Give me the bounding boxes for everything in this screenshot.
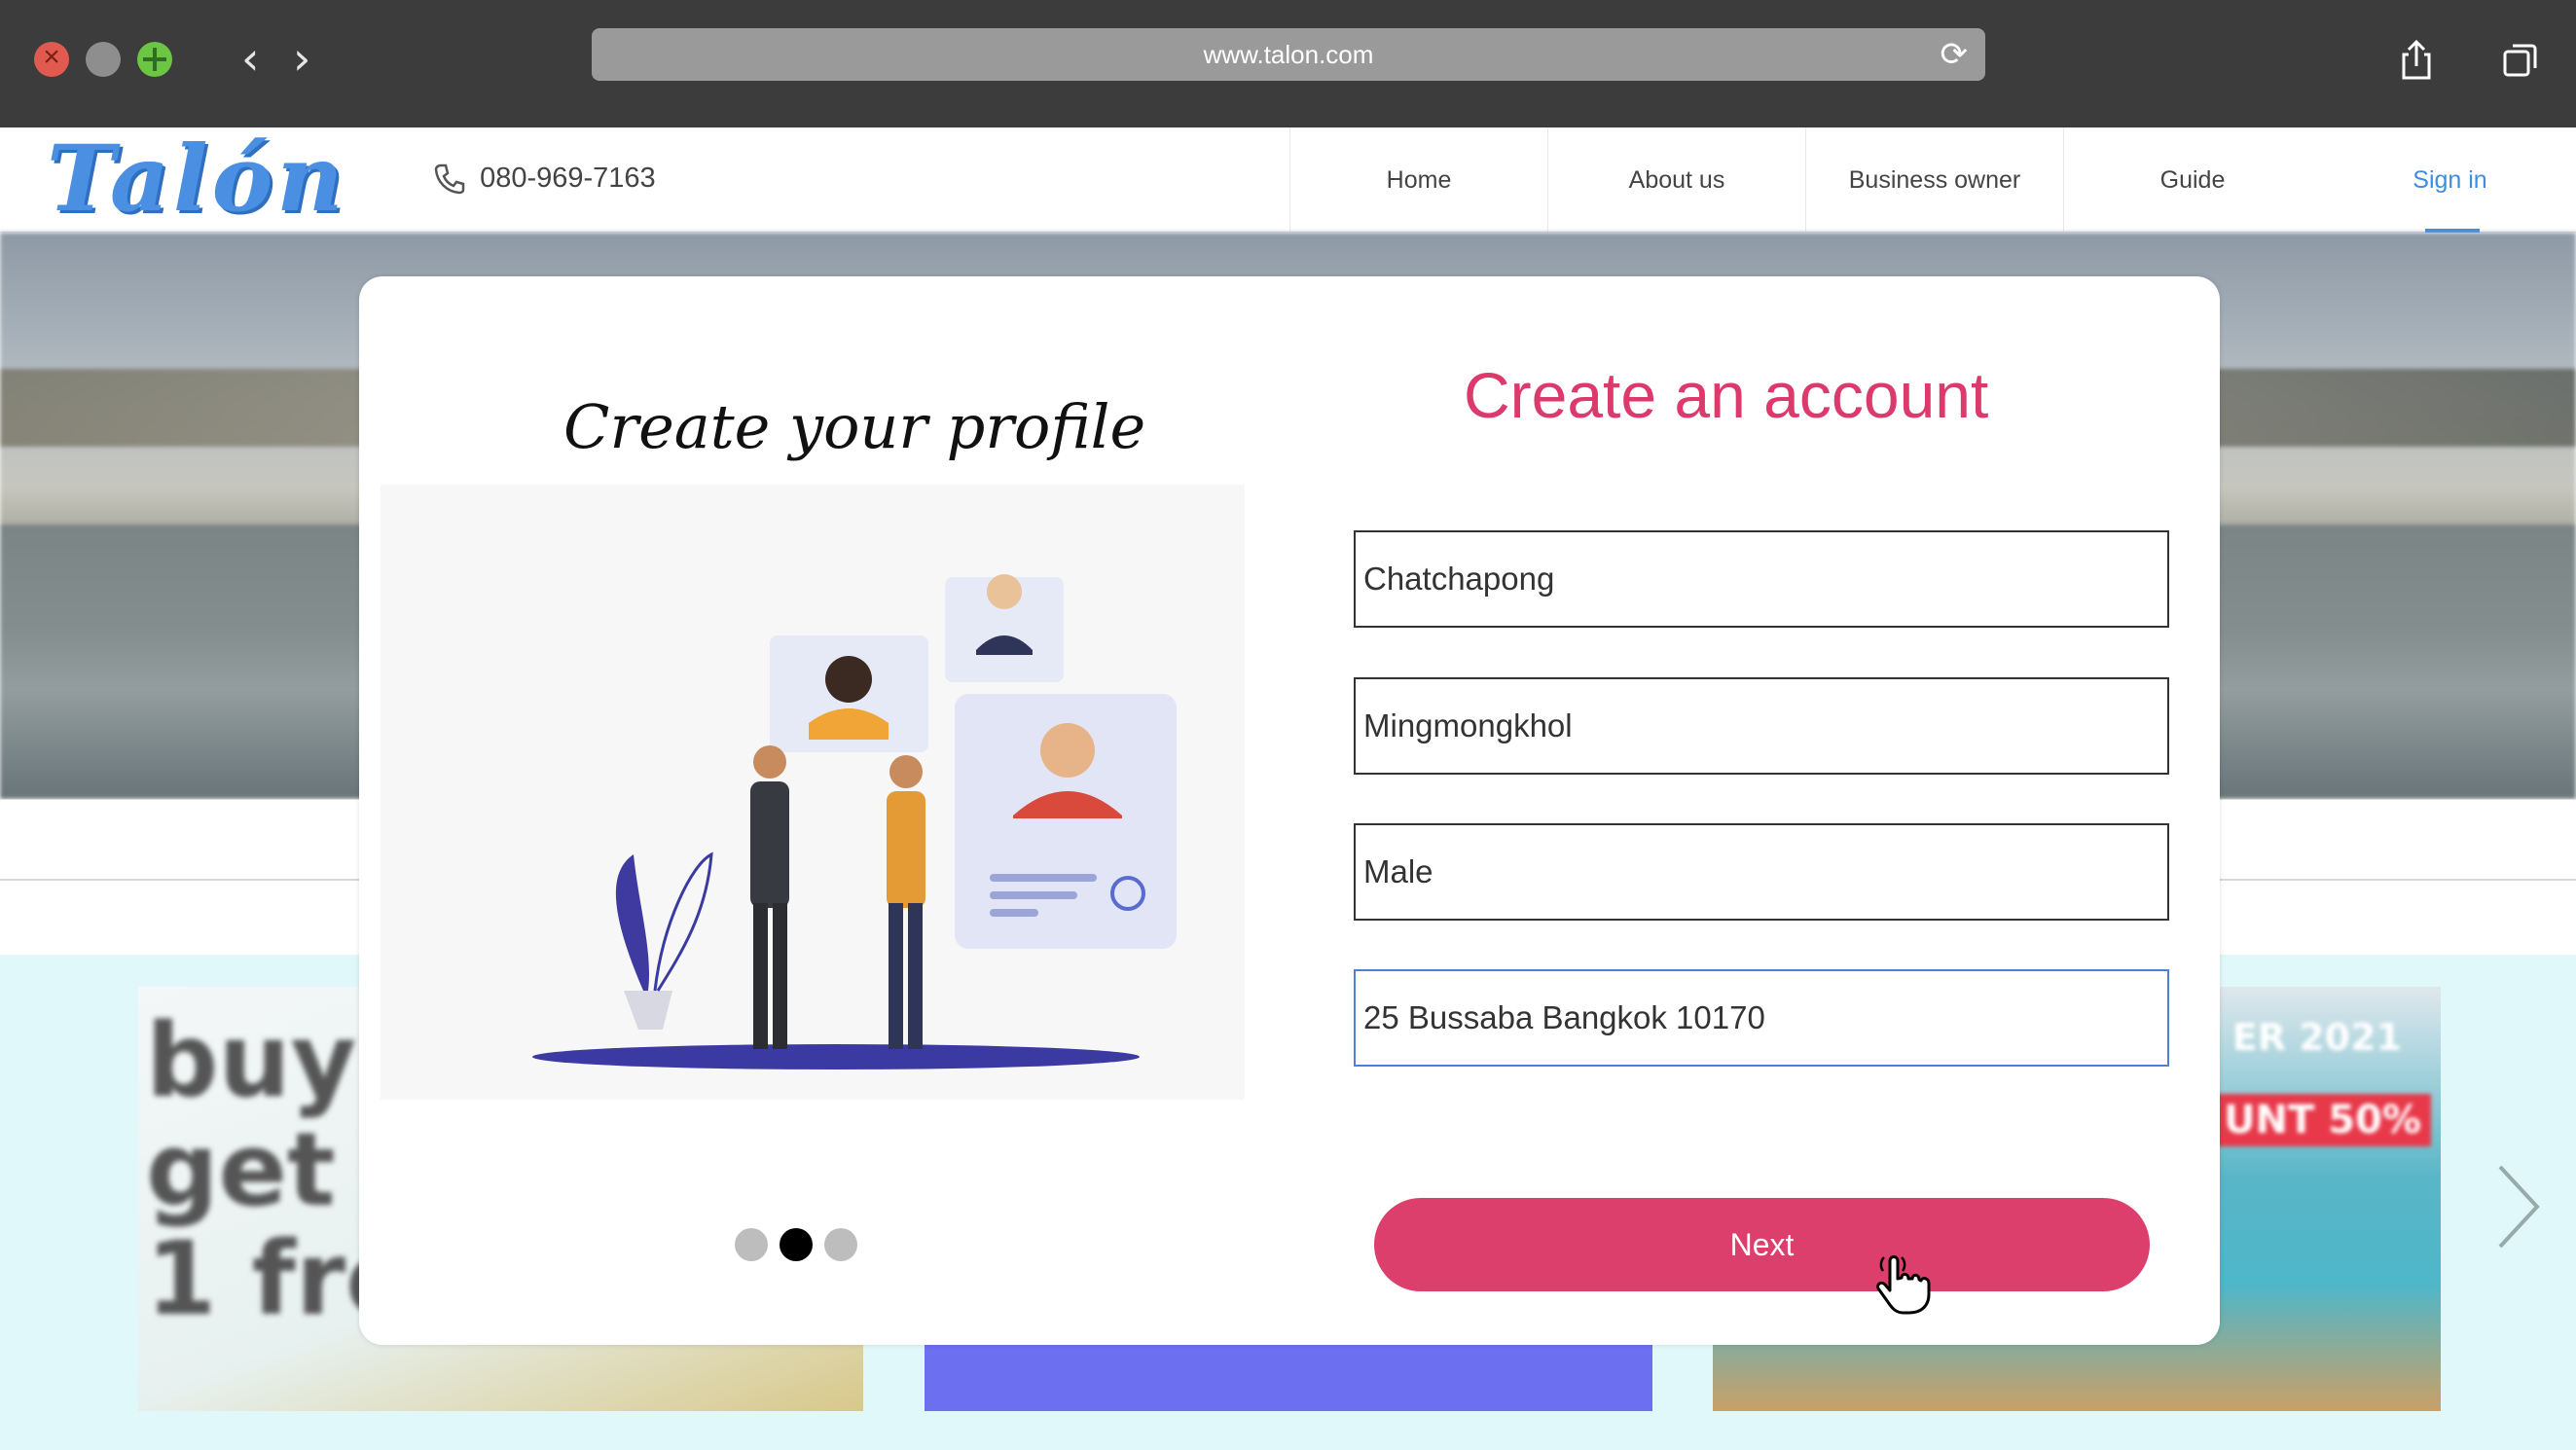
profile-illustration (381, 485, 1245, 1100)
back-arrow-icon: ‹ (241, 32, 260, 85)
close-window-button[interactable] (34, 40, 69, 77)
browser-toolbar: ‹ › www.talon.com ⟳ (0, 0, 2576, 127)
slide-indicator (735, 1228, 857, 1261)
phone-number: 080-969-7163 (480, 163, 656, 194)
slide-dot-2[interactable] (780, 1228, 813, 1261)
phone-contact: 080-969-7163 (433, 163, 656, 196)
promo-3-banner: UNT 50% (2214, 1094, 2431, 1146)
nav-business-owner[interactable]: Business owner (1805, 127, 2063, 233)
slide-dot-1[interactable] (735, 1228, 768, 1261)
carousel-next-icon[interactable] (2494, 1163, 2543, 1251)
address-bar[interactable]: www.talon.com ⟳ (592, 28, 1985, 81)
last-name-field[interactable]: Mingmongkhol (1354, 677, 2169, 775)
nav-home[interactable]: Home (1289, 127, 1547, 233)
forward-button[interactable]: › (293, 36, 310, 81)
site-logo[interactable]: Talón (47, 130, 347, 228)
nav-sign-in[interactable]: Sign in (2321, 127, 2576, 233)
first-name-field[interactable]: Chatchapong (1354, 530, 2169, 628)
promo-3-heading: ER 2021 (2231, 1016, 2402, 1059)
maximize-window-button[interactable] (137, 42, 172, 77)
next-button[interactable]: Next (1374, 1198, 2150, 1291)
nav-about-us[interactable]: About us (1547, 127, 1805, 233)
gender-field[interactable]: Male (1354, 823, 2169, 921)
forward-arrow-icon: › (293, 32, 311, 85)
phone-icon (434, 164, 465, 195)
nav-guide[interactable]: Guide (2063, 127, 2321, 233)
people-profiles-illustration (532, 574, 1177, 1069)
create-account-heading: Create an account (1464, 359, 1989, 431)
tabs-icon[interactable] (2503, 43, 2538, 78)
create-account-modal: Create your profile Create an account Ch… (359, 276, 2220, 1345)
profile-slide-title: Create your profile (563, 391, 1146, 462)
main-nav: Home About us Business owner Guide Sign … (1289, 127, 2576, 233)
address-field[interactable]: 25 Bussaba Bangkok 10170 (1354, 969, 2169, 1067)
site-header: Talón 080-969-7163 Home About us Busines… (0, 127, 2576, 233)
back-button[interactable]: ‹ (241, 36, 259, 81)
maximize-icon (143, 48, 166, 71)
slide-dot-3[interactable] (824, 1228, 857, 1261)
reload-icon[interactable]: ⟳ (1941, 28, 1969, 81)
minimize-window-button[interactable] (86, 42, 121, 77)
url-text: www.talon.com (1203, 40, 1374, 69)
pointer-hand-icon (1876, 1255, 1931, 1315)
share-icon[interactable] (2400, 39, 2433, 82)
